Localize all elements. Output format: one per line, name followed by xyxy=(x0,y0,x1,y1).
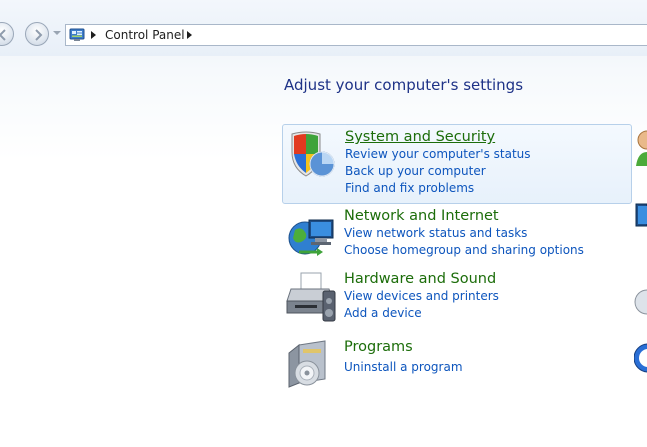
system-and-security-link[interactable]: System and Security xyxy=(345,128,495,146)
network-status-link[interactable]: View network status and tasks xyxy=(344,226,527,241)
hardware-and-sound-link[interactable]: Hardware and Sound xyxy=(344,270,496,288)
category-system-and-security[interactable]: System and Security Review your computer… xyxy=(282,124,632,204)
clock-region-icon[interactable] xyxy=(634,282,647,322)
security-shield-icon xyxy=(291,131,335,177)
navigation-bar: Control Panel xyxy=(0,0,647,56)
category-programs[interactable]: Programs Uninstall a program xyxy=(282,336,632,388)
control-panel-icon xyxy=(69,28,85,41)
review-status-link[interactable]: Review your computer's status xyxy=(345,147,531,162)
back-arrow-icon xyxy=(0,29,6,41)
devices-printers-link[interactable]: View devices and printers xyxy=(344,289,499,304)
forward-arrow-icon xyxy=(35,29,43,41)
category-hardware-and-sound[interactable]: Hardware and Sound View devices and prin… xyxy=(282,268,632,328)
network-and-internet-link[interactable]: Network and Internet xyxy=(344,207,499,225)
add-device-link[interactable]: Add a device xyxy=(344,306,422,321)
category-network-and-internet[interactable]: Network and Internet View network status… xyxy=(282,205,632,265)
printer-icon xyxy=(286,272,336,322)
breadcrumb-arrow-icon[interactable] xyxy=(187,31,192,39)
page-title: Adjust your computer's settings xyxy=(284,76,524,94)
homegroup-sharing-link[interactable]: Choose homegroup and sharing options xyxy=(344,243,584,258)
programs-link[interactable]: Programs xyxy=(344,338,413,356)
appearance-icon[interactable] xyxy=(634,200,647,236)
back-button[interactable] xyxy=(0,22,14,46)
uninstall-program-link[interactable]: Uninstall a program xyxy=(344,360,463,375)
back-up-computer-link[interactable]: Back up your computer xyxy=(345,164,486,179)
forward-button[interactable] xyxy=(25,22,49,46)
address-bar[interactable]: Control Panel xyxy=(65,24,647,46)
programs-box-icon xyxy=(288,340,326,388)
recent-pages-dropdown[interactable] xyxy=(53,31,61,35)
breadcrumb-control-panel[interactable]: Control Panel xyxy=(105,28,185,42)
breadcrumb-arrow-icon[interactable] xyxy=(91,31,96,39)
network-globe-icon xyxy=(288,219,334,256)
ease-of-access-icon[interactable] xyxy=(634,336,647,382)
find-fix-problems-link[interactable]: Find and fix problems xyxy=(345,181,474,196)
user-accounts-icon[interactable] xyxy=(634,128,647,168)
